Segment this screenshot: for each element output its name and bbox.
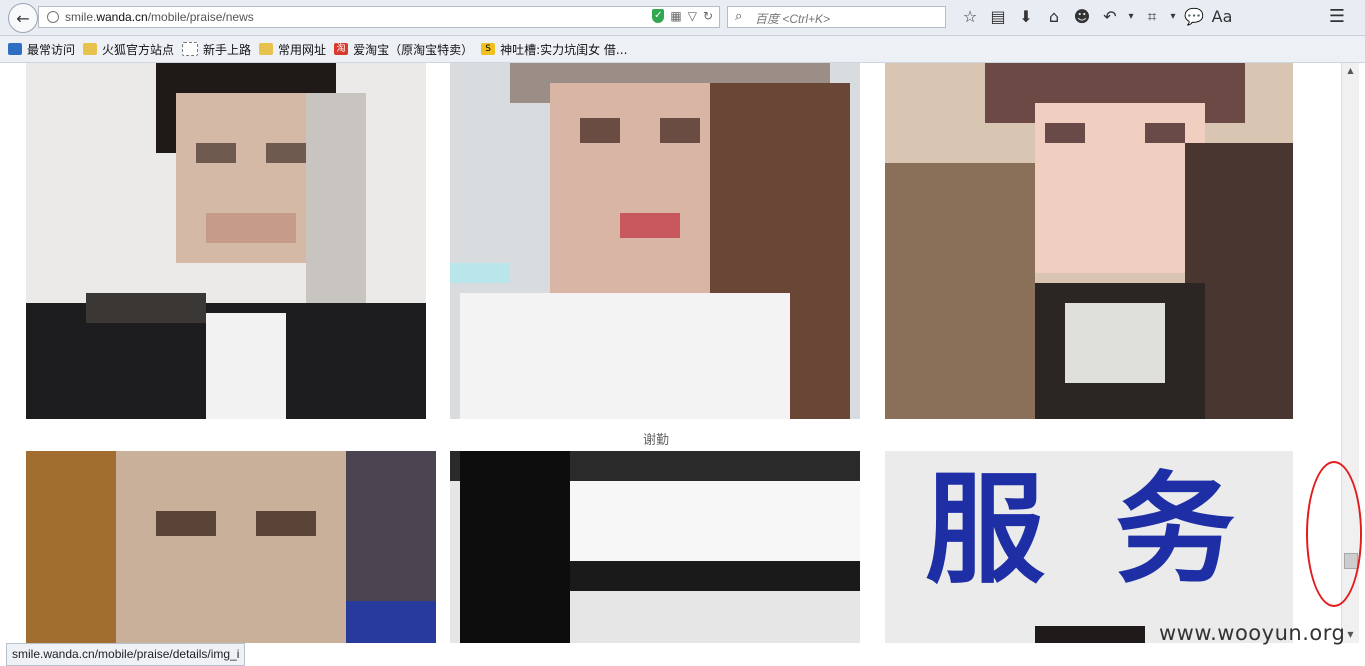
photo-caption: 谢勤: [643, 433, 670, 448]
bookmark-most-visited[interactable]: 最常访问: [8, 41, 75, 58]
font-icon[interactable]: Aa: [1208, 6, 1236, 28]
photo-tile-4[interactable]: [26, 451, 436, 643]
page-icon: [182, 42, 199, 56]
download-icon[interactable]: ⬇: [1012, 6, 1040, 28]
photo-tile-3[interactable]: [885, 63, 1293, 419]
globe-icon: [47, 11, 59, 23]
chat-icon[interactable]: ☻: [1068, 6, 1096, 28]
folder-icon: [83, 43, 98, 55]
watermark: www.wooyun.org: [1159, 621, 1346, 645]
shield-icon[interactable]: ✓: [652, 9, 665, 23]
most-visited-icon: [8, 43, 22, 55]
search-input[interactable]: ⌕ 百度 <Ctrl+K>: [727, 6, 946, 28]
bookmark-star-icon[interactable]: ☆: [956, 6, 984, 28]
bookmarks-bar: 最常访问 火狐官方站点 新手上路 常用网址 淘爱淘宝（原淘宝特卖） S 神吐槽:实…: [0, 36, 1365, 63]
search-icon: ⌕: [735, 9, 743, 24]
reading-list-icon[interactable]: ▤: [984, 6, 1012, 28]
banner-glyph-1: 服: [925, 461, 1045, 600]
home-icon[interactable]: ⌂: [1040, 6, 1068, 28]
address-text: smile.wanda.cn/mobile/praise/news: [65, 10, 254, 24]
crop-icon[interactable]: ⌗: [1138, 6, 1166, 28]
taobao-icon: 淘: [334, 43, 349, 55]
bookmark-firefox-site[interactable]: 火狐官方站点: [83, 41, 174, 58]
dropdown-icon[interactable]: ▽: [688, 9, 697, 23]
undo-dropdown-icon[interactable]: ▾: [1124, 6, 1138, 28]
reload-icon[interactable]: ↻: [703, 9, 713, 23]
shentucao-icon: S: [481, 43, 496, 55]
bookmark-taobao[interactable]: 淘爱淘宝（原淘宝特卖）: [334, 41, 473, 58]
qr-code-icon[interactable]: ▦: [670, 9, 681, 23]
comment-icon[interactable]: 💬: [1180, 6, 1208, 28]
photo-tile-1[interactable]: [26, 63, 426, 419]
back-arrow-icon: ←: [16, 8, 30, 28]
address-bar[interactable]: smile.wanda.cn/mobile/praise/news ✓ ▦ ▽ …: [38, 6, 720, 28]
scroll-up-icon[interactable]: ▲: [1342, 63, 1359, 79]
annotation-circle: [1306, 461, 1362, 607]
photo-tile-5[interactable]: [450, 451, 860, 643]
banner-glyph-2: 务: [1115, 461, 1235, 600]
search-placeholder: 百度 <Ctrl+K>: [755, 12, 831, 26]
browser-toolbar: ← smile.wanda.cn/mobile/praise/news ✓ ▦ …: [0, 0, 1365, 36]
back-button[interactable]: ←: [8, 3, 38, 33]
page-content: 谢勤 服 务: [0, 63, 1341, 643]
bookmark-getting-started[interactable]: 新手上路: [182, 41, 251, 58]
folder-icon: [259, 43, 274, 55]
menu-icon[interactable]: ☰: [1326, 6, 1348, 28]
undo-icon[interactable]: ↶: [1096, 6, 1124, 28]
photo-tile-2[interactable]: [450, 63, 860, 419]
bookmark-shentucao[interactable]: S 神吐槽:实力坑闺女 借...: [481, 41, 627, 58]
status-bar-url: smile.wanda.cn/mobile/praise/details/img…: [6, 643, 246, 666]
bookmark-common-sites[interactable]: 常用网址: [259, 41, 326, 58]
crop-dropdown-icon[interactable]: ▾: [1166, 6, 1180, 28]
photo-tile-6[interactable]: 服 务: [885, 451, 1293, 643]
